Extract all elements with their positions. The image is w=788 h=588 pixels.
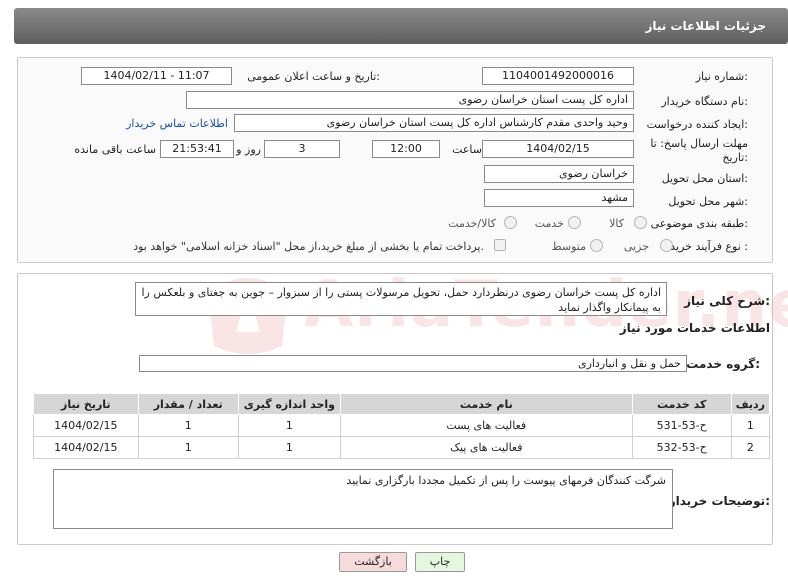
description-textarea[interactable]: اداره کل پست خراسان رضوی درنظردارد حمل، … [135, 282, 667, 316]
col-header-qty: تعداد / مقدار [137, 393, 239, 415]
deadline-time-label: ساعت [452, 143, 482, 156]
deadline-date-field: 1404/02/15 [482, 140, 634, 158]
col-header-date: تاریخ نیاز [33, 393, 139, 415]
service-group-label: گروه خدمت: [686, 357, 760, 371]
deadline-label-line2: تاریخ: [722, 151, 748, 164]
province-label: استان محل تحویل: [661, 172, 748, 185]
cell-row-number: 2 [730, 436, 771, 459]
process-radio-medium[interactable] [590, 239, 603, 252]
cell-need-date: 1404/02/15 [33, 436, 139, 459]
col-header-row: ردیف [730, 393, 771, 415]
announce-field: 1404/02/11 - 11:07 [81, 67, 232, 85]
table-header-row: ردیف کد خدمت نام خدمت واحد اندازه گیری ت… [33, 393, 771, 415]
process-option-minor: جزیی [623, 240, 649, 253]
days-label: روز و [236, 143, 261, 156]
description-text: اداره کل پست خراسان رضوی درنظردارد حمل، … [141, 286, 661, 314]
buyer-org-label: نام دستگاه خریدار: [661, 95, 748, 108]
cell-service-name: فعالیت های پیک [339, 436, 633, 459]
cell-service-code: ح-53-531 [631, 414, 732, 437]
city-field: مشهد [484, 189, 634, 207]
buyer-org-field: اداره کل پست استان خراسان رضوی [186, 91, 634, 109]
need-number-label: شماره نیاز: [695, 70, 748, 83]
days-field: 3 [264, 140, 340, 158]
category-radio-goods-service[interactable] [504, 216, 517, 229]
cell-service-code: ح-53-532 [631, 436, 732, 459]
services-table: ردیف کد خدمت نام خدمت واحد اندازه گیری ت… [33, 393, 771, 459]
col-header-code: کد خدمت [631, 393, 732, 415]
cell-service-name: فعالیت های پست [339, 414, 633, 437]
creator-field: وحید واحدی مقدم کارشناس اداره کل پست است… [234, 114, 634, 132]
buyer-notes-textarea[interactable]: شرگت کنندگان فرمهای پیوست را پس از تکمیل… [53, 469, 673, 529]
treasury-payment-note: پرداخت تمام یا بخشی از مبلغ خرید،از محل … [133, 240, 484, 253]
category-option-goods: کالا [609, 217, 624, 230]
table-row: 1 ح-53-531 فعالیت های پست 1 1 1404/02/15 [33, 414, 771, 437]
treasury-payment-checkbox[interactable] [494, 239, 506, 251]
announce-label: تاریخ و ساعت اعلان عمومی: [247, 70, 380, 83]
col-header-unit: واحد اندازه گیری [237, 393, 341, 415]
page-header: جزئیات اطلاعات نیاز [14, 8, 788, 44]
service-group-field: حمل و نقل و انبارداری [139, 355, 687, 372]
deadline-time-field: 12:00 [372, 140, 440, 158]
services-table-wrap: ردیف کد خدمت نام خدمت واحد اندازه گیری ت… [33, 393, 771, 459]
print-button[interactable]: چاپ [415, 552, 465, 572]
description-label: شرح کلی نیاز: [684, 294, 770, 308]
creator-label: ایجاد کننده درخواست: [646, 118, 748, 131]
cell-quantity: 1 [137, 414, 239, 437]
cell-quantity: 1 [137, 436, 239, 459]
category-radio-goods[interactable] [634, 216, 647, 229]
category-option-service: خدمت [534, 217, 564, 230]
cell-unit: 1 [237, 414, 341, 437]
cell-row-number: 1 [730, 414, 771, 437]
category-label: طبقه بندی موضوعی: [650, 217, 748, 230]
buyer-notes-text: شرگت کنندگان فرمهای پیوست را پس از تکمیل… [346, 474, 666, 487]
col-header-name: نام خدمت [339, 393, 633, 415]
province-field: خراسان رضوی [484, 165, 634, 183]
cell-need-date: 1404/02/15 [33, 414, 139, 437]
back-button[interactable]: بازگشت [339, 552, 407, 572]
city-label: شهر محل تحویل: [668, 195, 748, 208]
remaining-label: ساعت باقی مانده [74, 143, 156, 156]
cell-unit: 1 [237, 436, 341, 459]
services-section-title: اطلاعات خدمات مورد نیاز [619, 321, 770, 335]
category-radio-service[interactable] [568, 216, 581, 229]
buyer-notes-label: توضیحات خریدار: [668, 494, 770, 508]
table-row: 2 ح-53-532 فعالیت های پیک 1 1 1404/02/15 [33, 436, 771, 459]
process-option-medium: متوسط [551, 240, 586, 253]
deadline-label-line1: مهلت ارسال پاسخ: تا [650, 137, 748, 150]
process-label: نوع فرآیند خرید : [670, 240, 748, 253]
process-radio-minor[interactable] [660, 239, 673, 252]
deadline-label: مهلت ارسال پاسخ: تا تاریخ: [650, 137, 748, 165]
remaining-time-field: 21:53:41 [160, 140, 234, 158]
category-option-goods-service: کالا/خدمت [448, 217, 496, 230]
contact-buyer-link[interactable]: اطلاعات تماس خریدار [126, 117, 228, 130]
need-number-field: 1104001492000016 [482, 67, 634, 85]
